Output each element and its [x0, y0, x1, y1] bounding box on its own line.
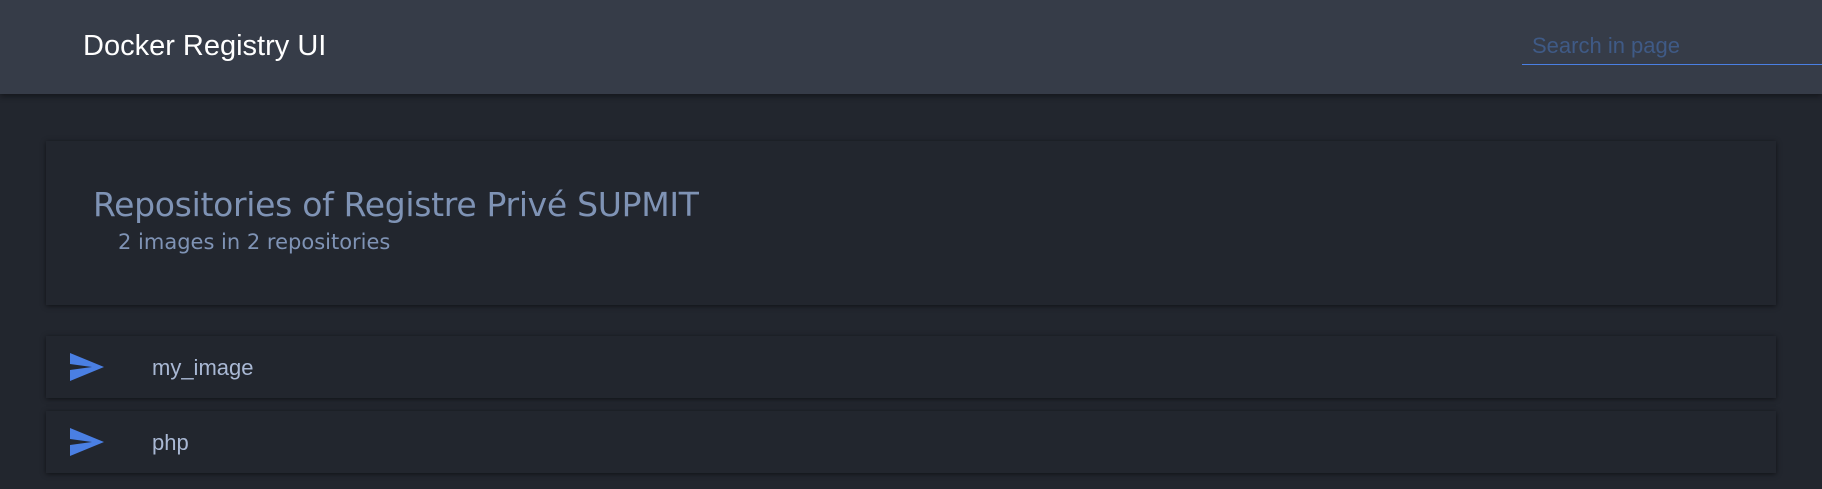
page-title: Repositories of Registre Privé SUPMIT — [93, 185, 699, 224]
repository-name: my_image — [152, 355, 254, 380]
search-field[interactable] — [1522, 28, 1822, 65]
app-title: Docker Registry UI — [83, 30, 327, 62]
repository-item-my-image[interactable]: my_image — [46, 336, 1776, 398]
repositories-header-card: Repositories of Registre Privé SUPMIT 2 … — [46, 141, 1776, 305]
repository-name: php — [152, 430, 189, 455]
repository-item-php[interactable]: php — [46, 411, 1776, 473]
send-icon — [70, 353, 104, 381]
top-app-bar: Docker Registry UI — [0, 0, 1822, 94]
search-input[interactable] — [1522, 28, 1822, 64]
send-icon — [70, 428, 104, 456]
page-subtitle: 2 images in 2 repositories — [118, 230, 391, 254]
